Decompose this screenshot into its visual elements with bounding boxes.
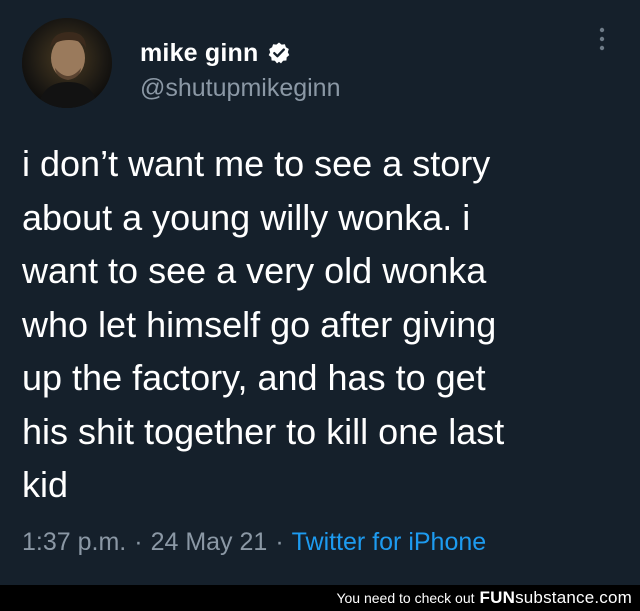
watermark-brand-substance: substance.com — [515, 588, 632, 607]
author-name-row[interactable]: mike ginn — [140, 36, 291, 70]
tweet-text: i don’t want me to see a story about a y… — [22, 143, 505, 505]
tweet-card: mike ginn @shutupmikeginn i don’t want m… — [0, 0, 640, 611]
verified-badge-icon — [267, 41, 291, 65]
meta-separator: · — [134, 528, 143, 556]
watermark-brand[interactable]: FUNsubstance.com — [480, 588, 632, 608]
author-handle[interactable]: @shutupmikeginn — [140, 74, 341, 103]
tweet-meta: 1:37 p.m. · 24 May 21 · Twitter for iPho… — [22, 528, 486, 557]
author-display-name[interactable]: mike ginn — [140, 39, 259, 68]
tweet-date[interactable]: 24 May 21 — [151, 528, 268, 557]
watermark-text: You need to check out — [336, 590, 475, 606]
meta-separator-2: · — [275, 528, 284, 556]
watermark-bar: You need to check out FUNsubstance.com — [0, 585, 640, 611]
tweet-time[interactable]: 1:37 p.m. — [22, 528, 126, 557]
tweet-header: mike ginn @shutupmikeginn — [22, 18, 620, 108]
watermark-brand-fun: FUN — [479, 588, 516, 607]
avatar[interactable] — [22, 18, 112, 108]
more-options-icon[interactable] — [594, 24, 610, 54]
tweet-source-link[interactable]: Twitter for iPhone — [292, 528, 487, 557]
